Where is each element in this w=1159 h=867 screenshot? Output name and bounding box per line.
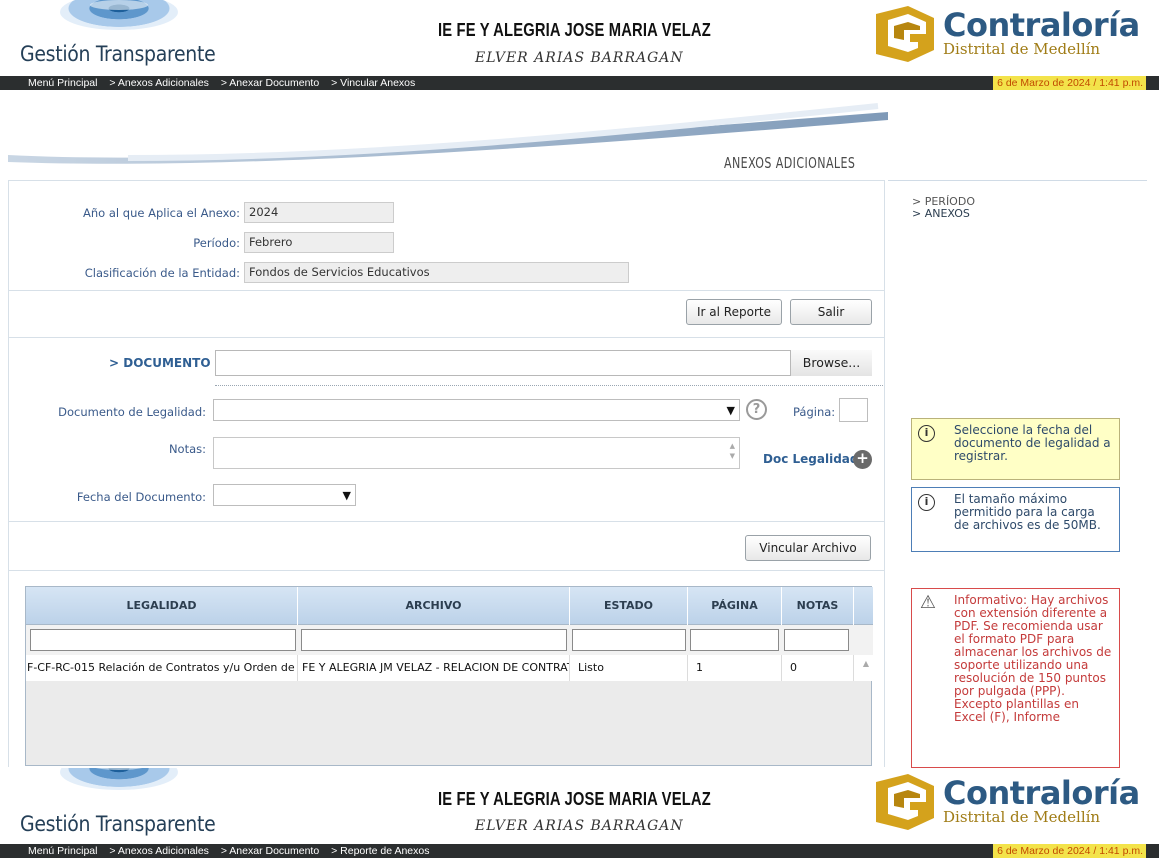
step-list: > PERÍODO > ANEXOS xyxy=(912,196,975,220)
doc-legalidad-link[interactable]: Doc Legalidad xyxy=(763,452,858,466)
page-input[interactable] xyxy=(839,398,868,422)
breadcrumb-attach-link[interactable]: > Anexar Documento xyxy=(221,845,319,857)
user-name: ELVER ARIAS BARRAGAN xyxy=(475,50,684,66)
brand-logo-icon xyxy=(60,768,178,790)
breadcrumb-attach-link[interactable]: > Anexar Documento xyxy=(221,77,319,89)
filter-archivo-input[interactable] xyxy=(301,629,567,651)
datetime: 6 de Marzo de 2024 / 1:41 p.m. xyxy=(993,844,1146,858)
divider xyxy=(8,570,885,571)
annex-table: LEGALIDAD ARCHIVO ESTADO PÁGINA NOTAS F-… xyxy=(25,586,873,766)
filter-row xyxy=(26,625,873,655)
breadcrumb: Menú Principal > Anexos Adicionales > An… xyxy=(0,76,1159,90)
column-header-estado[interactable]: ESTADO xyxy=(570,587,688,625)
help-icon[interactable]: ? xyxy=(746,399,767,420)
breadcrumb-annexes-link[interactable]: > Anexos Adicionales xyxy=(109,77,209,89)
panel-right-border xyxy=(884,180,885,767)
period-label: Período: xyxy=(193,236,240,250)
app-header: Gestión Transparente IE FE Y ALEGRIA JOS… xyxy=(0,0,1159,90)
user-name: ELVER ARIAS BARRAGAN xyxy=(475,818,684,834)
contraloria-logo-icon xyxy=(876,774,934,830)
entity-name: IE FE Y ALEGRIA JOSE MARIA VELAZ xyxy=(438,789,711,809)
year-label: Año al que Aplica el Anexo: xyxy=(83,206,240,220)
breadcrumb-current: > Reporte de Anexos xyxy=(331,845,430,857)
filter-notas-input[interactable] xyxy=(784,629,849,651)
contraloria-logo-icon xyxy=(876,6,934,62)
classification-field: Fondos de Servicios Educativos xyxy=(244,262,629,283)
panel-left-border xyxy=(8,180,9,767)
legal-document-select[interactable]: ▼ xyxy=(213,399,740,421)
table-header: LEGALIDAD ARCHIVO ESTADO PÁGINA NOTAS xyxy=(26,587,873,625)
org-name: Contraloría xyxy=(943,6,1140,44)
dropdown-arrow-icon: ▼ xyxy=(726,404,735,417)
cell-archivo: FE Y ALEGRIA JM VELAZ - RELACION DE CONT… xyxy=(298,655,570,681)
cell-estado: Listo xyxy=(570,655,688,681)
breadcrumb-home-link[interactable]: Menú Principal xyxy=(28,77,97,89)
classification-label: Clasificación de la Entidad: xyxy=(84,266,240,280)
divider xyxy=(215,385,883,386)
add-plus-icon[interactable]: + xyxy=(853,450,872,469)
divider xyxy=(8,521,885,522)
cell-legalidad: F-CF-RC-015 Relación de Contratos y/u Or… xyxy=(26,655,298,681)
link-file-button[interactable]: Vincular Archivo xyxy=(745,535,871,561)
brand-logo-icon xyxy=(60,0,178,30)
notes-textarea[interactable]: ▲ ▼ xyxy=(213,437,740,469)
exit-button[interactable]: Salir xyxy=(790,299,872,325)
format-warning-text: Informativo: Hay archivos con extensión … xyxy=(954,593,1112,724)
date-info-note: i Seleccione la fecha del documento de l… xyxy=(911,418,1120,480)
document-file-input[interactable] xyxy=(215,350,872,376)
page-label: Página: xyxy=(793,405,836,419)
browse-button[interactable]: Browse... xyxy=(790,350,872,376)
table-row[interactable]: F-CF-RC-015 Relación de Contratos y/u Or… xyxy=(26,655,873,681)
dropdown-arrow-icon: ▼ xyxy=(342,489,351,502)
size-info-note: i El tamaño máximo permitido para la car… xyxy=(911,487,1120,552)
column-header-legalidad[interactable]: LEGALIDAD xyxy=(26,587,298,625)
notes-label: Notas: xyxy=(168,442,206,456)
divider xyxy=(8,180,885,181)
scroll-arrows-icon: ▲ ▼ xyxy=(729,442,735,460)
breadcrumb-home-link[interactable]: Menú Principal xyxy=(28,845,97,857)
org-subtitle: Distrital de Medellín xyxy=(943,808,1101,826)
go-to-report-button[interactable]: Ir al Reporte xyxy=(686,299,782,325)
datetime: 6 de Marzo de 2024 / 1:41 p.m. xyxy=(993,76,1146,90)
column-header-archivo[interactable]: ARCHIVO xyxy=(298,587,570,625)
divider xyxy=(8,337,885,338)
panel-title: ANEXOS ADICIONALES xyxy=(724,154,856,172)
divider xyxy=(8,290,885,291)
breadcrumb-current: > Vincular Anexos xyxy=(331,77,416,89)
org-subtitle: Distrital de Medellín xyxy=(943,40,1101,58)
breadcrumb-annexes-link[interactable]: > Anexos Adicionales xyxy=(109,845,209,857)
breadcrumb: Menú Principal > Anexos Adicionales > An… xyxy=(0,844,1159,858)
filter-legalidad-input[interactable] xyxy=(30,629,296,651)
sidebar-divider xyxy=(888,180,1147,181)
size-info-text: El tamaño máximo permitido para la carga… xyxy=(954,492,1101,532)
date-info-text: Seleccione la fecha del documento de leg… xyxy=(954,423,1111,463)
brand-name: Gestión Transparente xyxy=(20,42,216,66)
info-icon: i xyxy=(918,425,935,442)
cell-pagina: 1 xyxy=(688,655,782,681)
filter-estado-input[interactable] xyxy=(572,629,686,651)
app-header-bottom: Gestión Transparente IE FE Y ALEGRIA JOS… xyxy=(0,768,1159,867)
step-annexes[interactable]: > ANEXOS xyxy=(912,208,975,220)
document-label: > DOCUMENTO xyxy=(109,356,211,370)
cell-notas: 0 xyxy=(782,655,854,681)
entity-name: IE FE Y ALEGRIA JOSE MARIA VELAZ xyxy=(438,20,711,40)
year-field: 2024 xyxy=(244,202,394,223)
format-warning-note: ⚠ Informativo: Hay archivos con extensió… xyxy=(911,588,1120,768)
scroll-up-icon[interactable]: ▲ xyxy=(863,659,869,668)
warning-icon: ⚠ xyxy=(919,592,937,613)
document-date-select[interactable]: ▼ xyxy=(213,484,356,506)
filter-pagina-input[interactable] xyxy=(690,629,779,651)
org-name: Contraloría xyxy=(943,774,1140,812)
info-icon: i xyxy=(918,494,935,511)
period-field: Febrero xyxy=(244,232,394,253)
legal-document-label: Documento de Legalidad: xyxy=(58,405,206,419)
column-header-pagina[interactable]: PÁGINA xyxy=(688,587,782,625)
document-date-label: Fecha del Documento: xyxy=(76,490,206,504)
column-header-notas[interactable]: NOTAS xyxy=(782,587,854,625)
brand-name: Gestión Transparente xyxy=(20,812,216,836)
